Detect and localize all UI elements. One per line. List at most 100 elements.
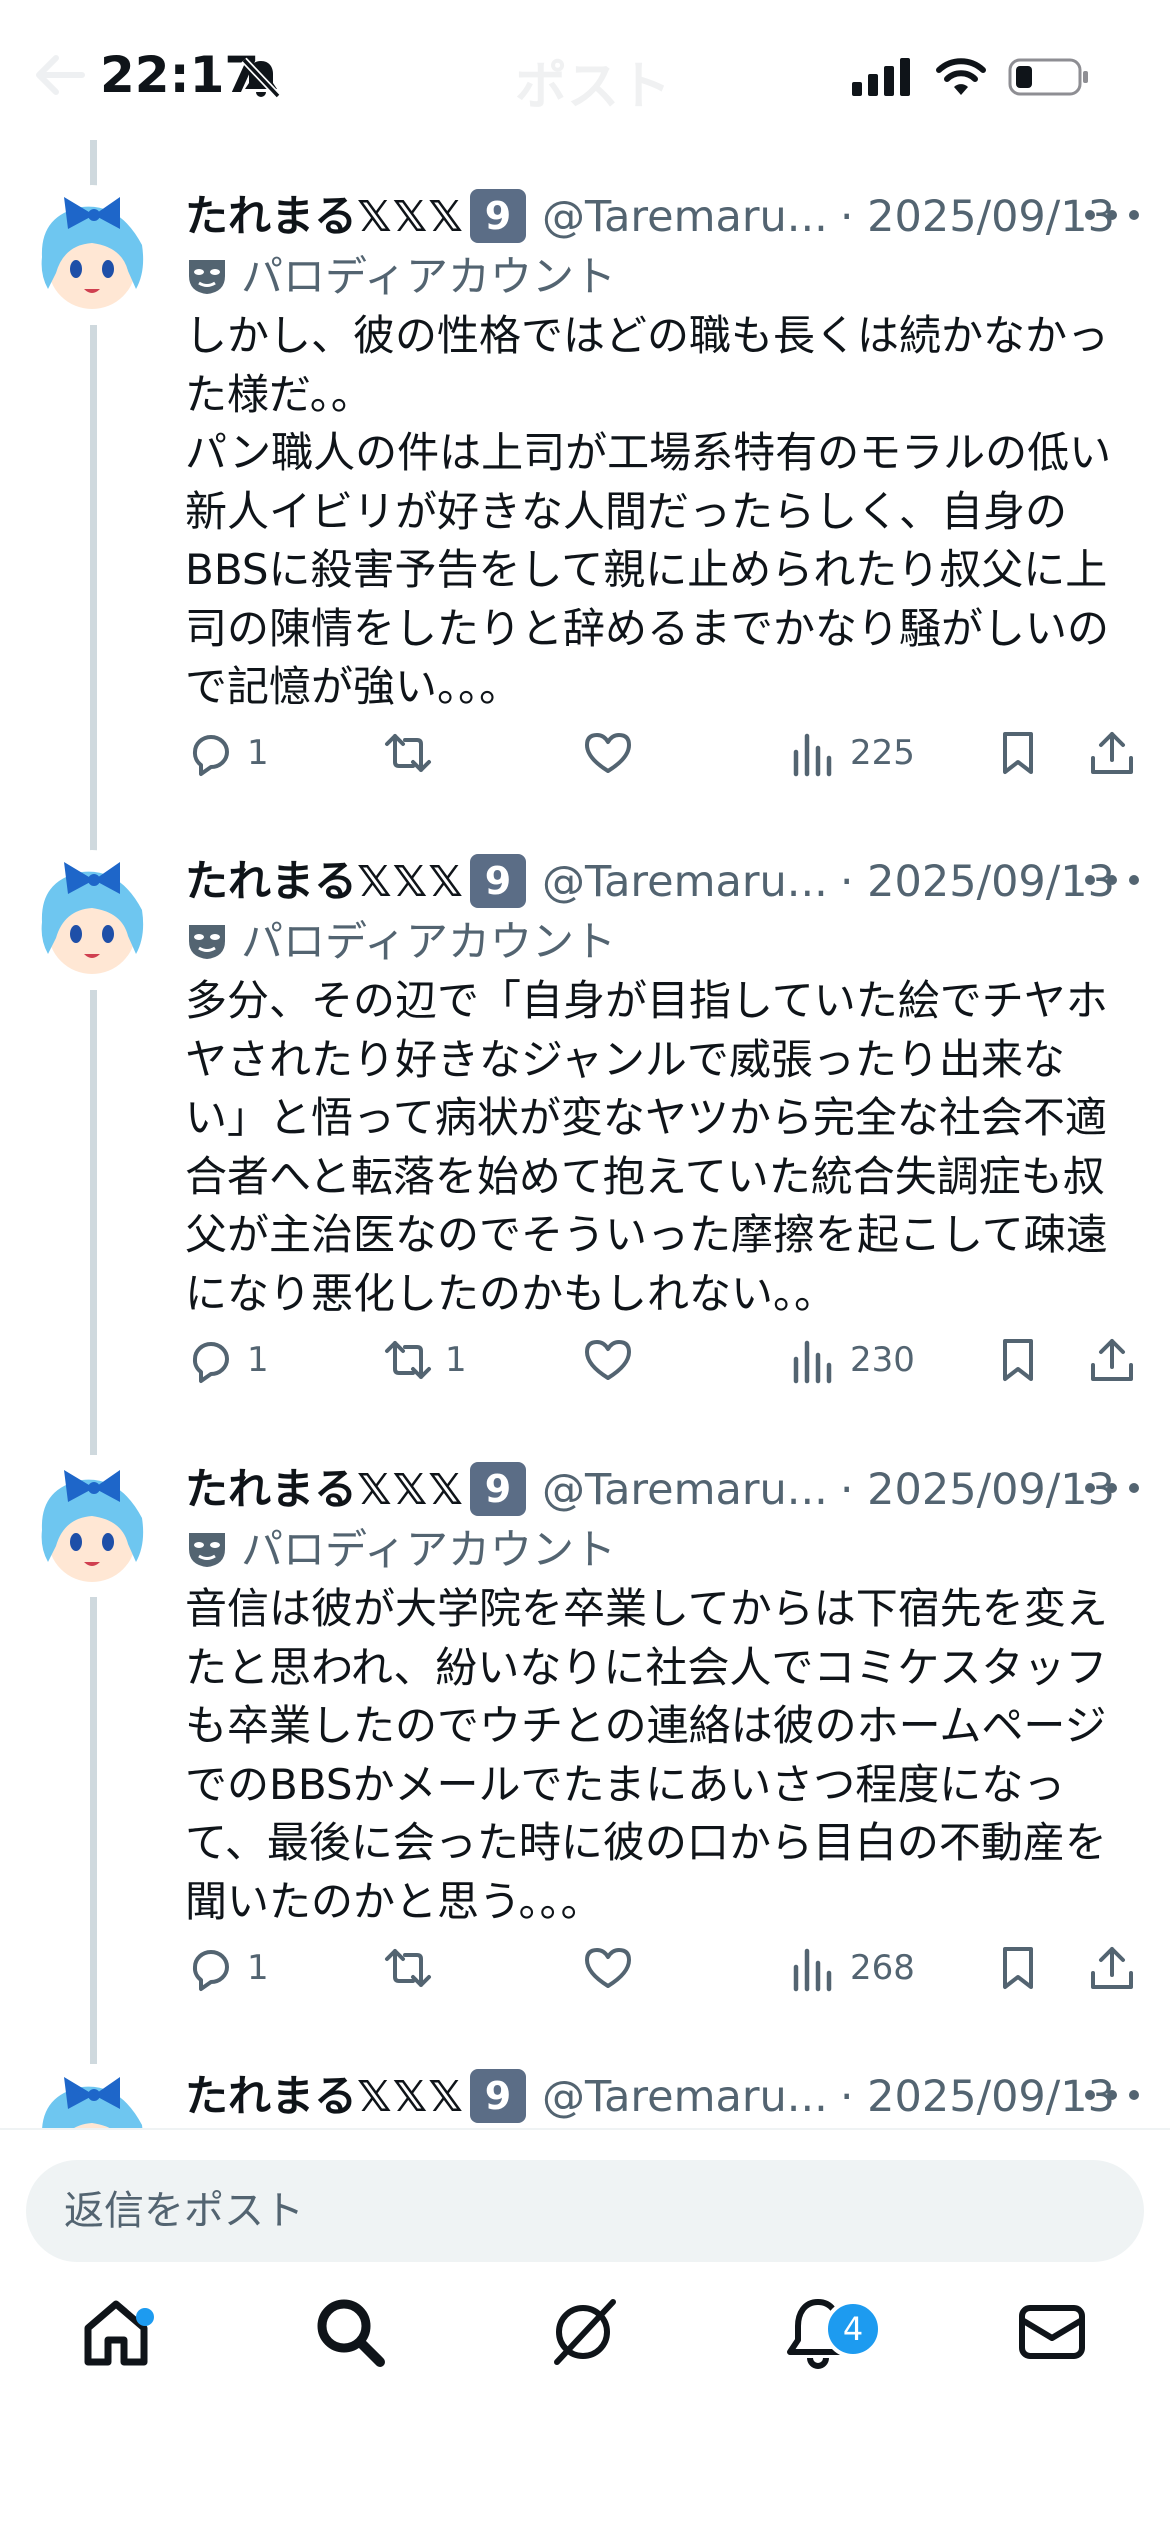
like-button[interactable] <box>583 723 645 783</box>
home-unread-dot <box>136 2308 154 2326</box>
thread-line <box>90 990 97 1455</box>
thread-line <box>90 1597 97 2064</box>
share-button[interactable] <box>1087 723 1137 783</box>
post-date[interactable]: · 2025/09/13 <box>840 857 1115 907</box>
more-icon[interactable] <box>1084 872 1140 888</box>
parody-text: パロディアカウント <box>241 1525 617 1574</box>
thread-line <box>90 325 97 855</box>
post-date[interactable]: · 2025/09/13 <box>840 2072 1115 2122</box>
number-badge: 9 <box>469 1461 526 1516</box>
like-button[interactable] <box>583 1938 645 1998</box>
post-header: たれまる𝕏𝕏𝕏 9 @Taremaru... · 2025/09/13 <box>185 185 1115 249</box>
bell-off-icon <box>241 57 281 99</box>
author-handle[interactable]: @Taremaru... <box>542 1465 828 1515</box>
post-text: 音信は彼が大学院を卒業してからは下宿先を変えたと思われ、紛いなりに社会人でコミケ… <box>185 1584 1108 1926</box>
post-actions: 1 225 <box>185 723 1145 783</box>
more-icon[interactable] <box>1084 1480 1140 1496</box>
views-count: 230 <box>850 1340 915 1380</box>
repost-button[interactable] <box>383 723 445 783</box>
reply-placeholder: 返信をポスト <box>64 2188 304 2234</box>
parody-label: パロディアカウント <box>185 1520 616 1580</box>
status-time: 22:17 <box>100 46 260 104</box>
author-handle[interactable]: @Taremaru... <box>542 192 828 242</box>
home-icon[interactable] <box>76 2292 156 2372</box>
wifi-icon <box>936 58 986 95</box>
status-bar: 22:17 ポスト <box>0 0 1170 150</box>
share-button[interactable] <box>1087 1330 1137 1390</box>
reply-input[interactable]: 返信をポスト <box>26 2160 1144 2262</box>
bookmark-icon <box>1003 1339 1033 1381</box>
battery-icon <box>1008 58 1088 96</box>
author-name[interactable]: たれまる <box>185 1465 357 1515</box>
parody-text: パロディアカウント <box>241 252 617 301</box>
author-suffix: 𝕏𝕏𝕏 <box>357 192 464 242</box>
post-text: しかし、彼の性格ではどの職も長くは続かなかった様だ。。 パン職人の件は上司が工場… <box>185 311 1112 711</box>
reply-button[interactable]: 1 <box>185 723 269 783</box>
author-handle[interactable]: @Taremaru... <box>542 857 828 907</box>
views-icon <box>793 733 832 777</box>
number-badge: 9 <box>469 2068 526 2123</box>
bookmark-button[interactable] <box>993 1330 1043 1390</box>
repost-count: 1 <box>445 1340 467 1380</box>
reply-count: 1 <box>247 733 269 773</box>
author-name[interactable]: たれまる <box>185 2072 357 2122</box>
bookmark-icon <box>1003 732 1033 774</box>
reply-button[interactable]: 1 <box>185 1330 269 1390</box>
post-header: たれまる𝕏𝕏𝕏 9 @Taremaru... · 2025/09/13 <box>185 850 1115 914</box>
bookmark-button[interactable] <box>993 1938 1043 1998</box>
author-suffix: 𝕏𝕏𝕏 <box>357 2072 464 2122</box>
more-icon[interactable] <box>1084 2087 1140 2103</box>
views-button[interactable]: 268 <box>788 1938 915 1998</box>
reply-icon <box>192 1950 229 1991</box>
like-icon <box>585 1340 631 1380</box>
reply-count: 1 <box>247 1340 269 1380</box>
share-icon <box>1091 1947 1133 1989</box>
parody-label: パロディアカウント <box>185 912 616 972</box>
bookmark-button[interactable] <box>993 723 1043 783</box>
reply-count: 1 <box>247 1948 269 1988</box>
post-actions: 1 1 230 <box>185 1330 1145 1390</box>
notifications-badge: 4 <box>824 2300 882 2358</box>
views-count: 225 <box>850 733 915 773</box>
views-count: 268 <box>850 1948 915 1988</box>
post-header: たれまる𝕏𝕏𝕏 9 @Taremaru... · 2025/09/13 <box>185 2065 1115 2129</box>
more-icon[interactable] <box>1084 207 1140 223</box>
repost-button[interactable]: 1 <box>383 1330 467 1390</box>
number-badge: 9 <box>469 188 526 243</box>
views-button[interactable]: 225 <box>788 723 915 783</box>
post-header: たれまる𝕏𝕏𝕏 9 @Taremaru... · 2025/09/13 <box>185 1458 1115 1522</box>
repost-icon <box>385 1949 431 1987</box>
share-icon <box>1091 732 1133 774</box>
grok-icon[interactable] <box>545 2292 625 2372</box>
mask-icon <box>189 259 225 294</box>
views-button[interactable]: 230 <box>788 1330 915 1390</box>
avatar[interactable] <box>24 1458 160 1594</box>
author-name[interactable]: たれまる <box>185 192 357 242</box>
views-icon <box>793 1340 832 1384</box>
author-suffix: 𝕏𝕏𝕏 <box>357 857 464 907</box>
reply-icon <box>192 1342 229 1383</box>
reply-icon <box>192 735 229 776</box>
share-button[interactable] <box>1087 1938 1137 1998</box>
like-icon <box>585 733 631 773</box>
avatar[interactable] <box>24 850 160 986</box>
like-button[interactable] <box>583 1330 645 1390</box>
author-handle[interactable]: @Taremaru... <box>542 2072 828 2122</box>
like-icon <box>585 1948 631 1988</box>
post-date[interactable]: · 2025/09/13 <box>840 1465 1115 1515</box>
post-date[interactable]: · 2025/09/13 <box>840 192 1115 242</box>
repost-icon <box>385 1341 431 1379</box>
post-actions: 1 268 <box>185 1938 1145 1998</box>
avatar[interactable] <box>24 185 160 321</box>
parody-label: パロディアカウント <box>185 247 616 307</box>
bottom-bar: 返信をポスト 4 <box>0 2128 1170 2534</box>
mail-icon[interactable] <box>1012 2292 1092 2372</box>
parody-text: パロディアカウント <box>241 917 617 966</box>
author-name[interactable]: たれまる <box>185 857 357 907</box>
repost-button[interactable] <box>383 1938 445 1998</box>
number-badge: 9 <box>469 853 526 908</box>
back-arrow-icon[interactable] <box>30 50 90 100</box>
mask-icon <box>189 1532 225 1567</box>
reply-button[interactable]: 1 <box>185 1938 269 1998</box>
search-icon[interactable] <box>310 2292 390 2372</box>
